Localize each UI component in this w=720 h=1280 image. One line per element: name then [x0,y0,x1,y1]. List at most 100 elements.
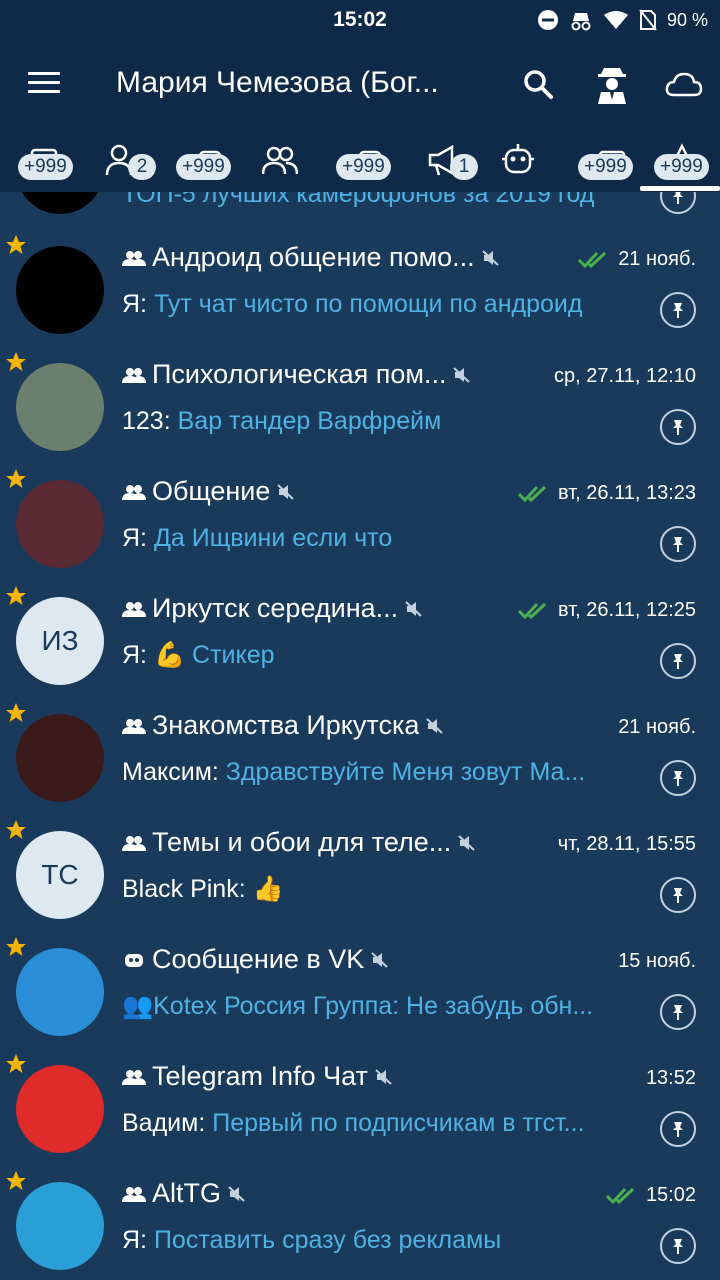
pin-button[interactable] [660,192,696,214]
active-tab-indicator [640,186,720,191]
chat-row[interactable]: Знакомства Иркутска 21 нояб. Максим: Здрав… [0,702,720,819]
pin-icon [673,654,683,669]
chat-list[interactable]: ТОП-5 лучших камерофонов за 2019 год Анд… [0,192,720,1280]
tab-admin[interactable]: +999 [644,130,720,192]
avatar[interactable] [16,363,104,451]
tab-groups[interactable] [240,130,320,192]
pin-button[interactable] [660,1111,696,1147]
chat-message-preview: ТОП-5 лучших камерофонов за 2019 год [122,192,595,208]
chat-name: Telegram Info Чат [152,1061,368,1091]
message-sender: 123: [122,407,178,435]
avatar[interactable] [16,1065,104,1153]
tab-badge: +999 [176,154,231,180]
avatar-initials: ИЗ [41,625,79,656]
tab-channels[interactable]: 1 [404,130,484,192]
pin-button[interactable] [660,409,696,445]
message-sender: Я: [122,524,154,552]
chat-name: AltTG [152,1178,222,1208]
menu-icon[interactable] [28,72,60,96]
group-icon [262,146,298,175]
pin-icon [673,537,683,552]
pin-icon [673,771,683,786]
mute-icon [482,249,499,266]
favorite-star-icon [6,586,26,605]
tab-badge: +999 [578,154,633,180]
mute-icon [228,1185,245,1202]
avatar [16,192,104,214]
mute-icon [277,483,295,500]
chat-row-partial[interactable]: ТОП-5 лучших камерофонов за 2019 год [0,192,720,231]
page-title[interactable]: Мария Чемезова (Бог... [116,66,476,100]
chat-row[interactable]: Общение вт, 26.11, 13:23 Я: Да Ищвини если… [0,468,720,585]
tab-robots[interactable] [478,130,558,192]
pin-button[interactable] [660,1228,696,1264]
chat-name: Общение [152,476,271,506]
chat-row[interactable]: AltTG 15:02 Я: Поставить сразу без рекламы [0,1170,720,1280]
mute-icon [426,717,444,734]
cloud-icon[interactable] [664,64,704,104]
pin-button[interactable] [660,760,696,796]
chat-title-line: Иркутск середина... [122,593,424,624]
chat-row[interactable]: ИЗ Иркутск середина... вт, 26.11, 12:25 Я: … [0,585,720,702]
status-icons: 90 % [537,8,708,32]
message-text: 👥Kotex Россия Группа: Не забудь обн... [122,992,594,1020]
read-checks-icon [518,485,547,502]
mute-icon [458,834,475,851]
incognito-icon [569,9,593,31]
pin-button[interactable] [660,292,696,328]
chat-row[interactable]: Психологическая пом... ср, 27.11, 12:10 12… [0,351,720,468]
favorite-star-icon [6,469,26,488]
filter-tabs: +999 2 +999 +999 1 +999 +999 [0,130,720,192]
message-sender: Я: [122,1226,154,1254]
chat-row[interactable]: Сообщение в VK 15 нояб. 👥Kotex Россия Груп… [0,936,720,1053]
search-icon[interactable] [518,64,558,104]
tab-bots[interactable]: +999 [170,130,250,192]
pin-button[interactable] [660,994,696,1030]
favorite-star-icon [6,1054,26,1073]
pin-icon [673,192,683,204]
bot-icon [125,953,143,967]
tab-unread[interactable]: +999 [572,130,652,192]
battery-level: 90 % [666,9,708,30]
tab-supergroups[interactable]: +999 [330,130,410,192]
chat-title-line: Темы и обои для теле... [122,827,477,858]
group-icon [122,1069,146,1085]
chat-row[interactable]: Андроид общение помо... 21 нояб. Я: Тут ча… [0,234,720,351]
avatar[interactable] [16,1182,104,1270]
avatar[interactable] [16,714,104,802]
mute-icon [375,1068,392,1085]
message-text: Поставить сразу без рекламы [153,1226,502,1254]
message-text: 👍 [252,875,284,903]
avatar[interactable] [16,948,104,1036]
chat-row[interactable]: Telegram Info Чат 13:52 Вадим: Первый по п… [0,1053,720,1170]
avatar-initials: ТС [41,859,79,890]
message-text: Да Ищвини если что [153,524,393,552]
read-checks-icon [605,1187,634,1204]
avatar[interactable]: ИЗ [16,597,104,685]
chat-date: 15:02 [645,1184,696,1206]
chat-name: Иркутск середина... [152,593,399,623]
group-icon [122,601,146,617]
ghost-mode-icon[interactable] [592,64,632,104]
chat-row[interactable]: ТС Темы и обои для теле... чт, 28.11, 15:5… [0,819,720,936]
favorite-star-icon [6,1171,26,1190]
chat-date: вт, 26.11, 13:23 [558,482,696,504]
message-text: Здравствуйте Меня зовут Ма... [225,758,586,786]
wifi-icon [603,10,629,30]
read-checks-icon [518,602,547,619]
avatar[interactable] [16,480,104,568]
avatar[interactable]: ТС [16,831,104,919]
tab-all[interactable]: +999 [6,130,86,192]
mute-icon [371,951,388,968]
message-sender: Black Pink: [122,875,253,903]
pin-button[interactable] [660,643,696,679]
pin-button[interactable] [660,877,696,913]
read-checks-icon [578,251,607,268]
chat-message-preview: Black Pink: 👍 [122,875,622,904]
chat-name: Знакомства Иркутска [152,710,420,740]
tab-users[interactable]: 2 [90,130,170,192]
message-sender: Я: [122,290,154,318]
avatar[interactable] [16,246,104,334]
pin-button[interactable] [660,526,696,562]
chat-name: Сообщение в VK [152,944,365,974]
